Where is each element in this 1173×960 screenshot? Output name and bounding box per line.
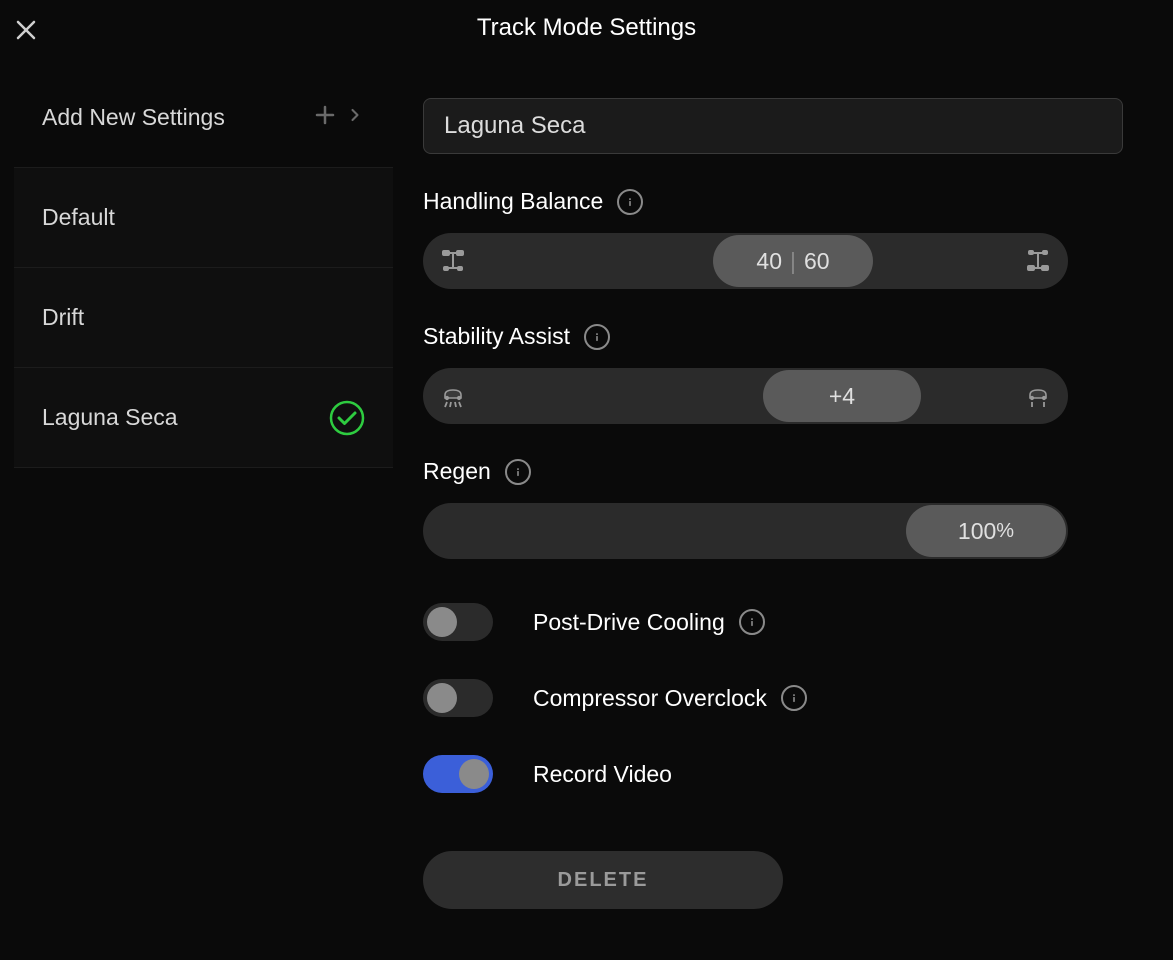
profile-sidebar: Add New Settings Default Drift Laguna Se…: [14, 68, 393, 909]
regen-label: Regen: [423, 458, 491, 485]
regen-value: 100: [958, 518, 996, 545]
profile-label: Laguna Seca: [42, 404, 178, 431]
hb-divider: |: [790, 248, 796, 275]
regen-slider[interactable]: 100%: [423, 503, 1068, 559]
profile-item-laguna-seca[interactable]: Laguna Seca: [14, 368, 393, 468]
info-icon[interactable]: [505, 459, 531, 485]
close-button[interactable]: [14, 18, 42, 46]
add-new-settings-button[interactable]: Add New Settings: [14, 68, 393, 168]
stability-assist-thumb[interactable]: +4: [763, 370, 921, 422]
hb-rear-value: 60: [804, 248, 830, 275]
checkmark-icon: [329, 400, 365, 436]
compressor-overclock-label: Compressor Overclock: [533, 685, 767, 712]
regen-thumb[interactable]: 100%: [906, 505, 1066, 557]
profile-item-default[interactable]: Default: [14, 168, 393, 268]
delete-button[interactable]: DELETE: [423, 851, 783, 909]
rear-bias-icon: [1012, 247, 1068, 275]
plus-icon: [313, 103, 337, 133]
stability-max-icon: [1012, 382, 1068, 410]
hb-front-value: 40: [756, 248, 782, 275]
profile-item-drift[interactable]: Drift: [14, 268, 393, 368]
front-bias-icon: [423, 247, 479, 275]
handling-balance-slider[interactable]: 40 | 60: [423, 233, 1068, 289]
add-new-label: Add New Settings: [42, 104, 225, 131]
stability-assist-label: Stability Assist: [423, 323, 570, 350]
stability-min-icon: [423, 382, 479, 410]
info-icon[interactable]: [584, 324, 610, 350]
regen-unit: %: [996, 520, 1014, 543]
sa-value: +4: [829, 383, 855, 410]
profile-label: Default: [42, 204, 115, 231]
record-video-toggle[interactable]: [423, 755, 493, 793]
handling-balance-thumb[interactable]: 40 | 60: [713, 235, 873, 287]
info-icon[interactable]: [739, 609, 765, 635]
profile-label: Drift: [42, 304, 84, 331]
profile-name-input[interactable]: [423, 98, 1123, 154]
info-icon[interactable]: [617, 189, 643, 215]
post-drive-cooling-toggle[interactable]: [423, 603, 493, 641]
info-icon[interactable]: [781, 685, 807, 711]
stability-assist-slider[interactable]: +4: [423, 368, 1068, 424]
handling-balance-label: Handling Balance: [423, 188, 603, 215]
chevron-right-icon: [345, 104, 365, 131]
page-title: Track Mode Settings: [0, 0, 1173, 42]
compressor-overclock-toggle[interactable]: [423, 679, 493, 717]
record-video-label: Record Video: [533, 761, 672, 788]
post-drive-cooling-label: Post-Drive Cooling: [533, 609, 725, 636]
